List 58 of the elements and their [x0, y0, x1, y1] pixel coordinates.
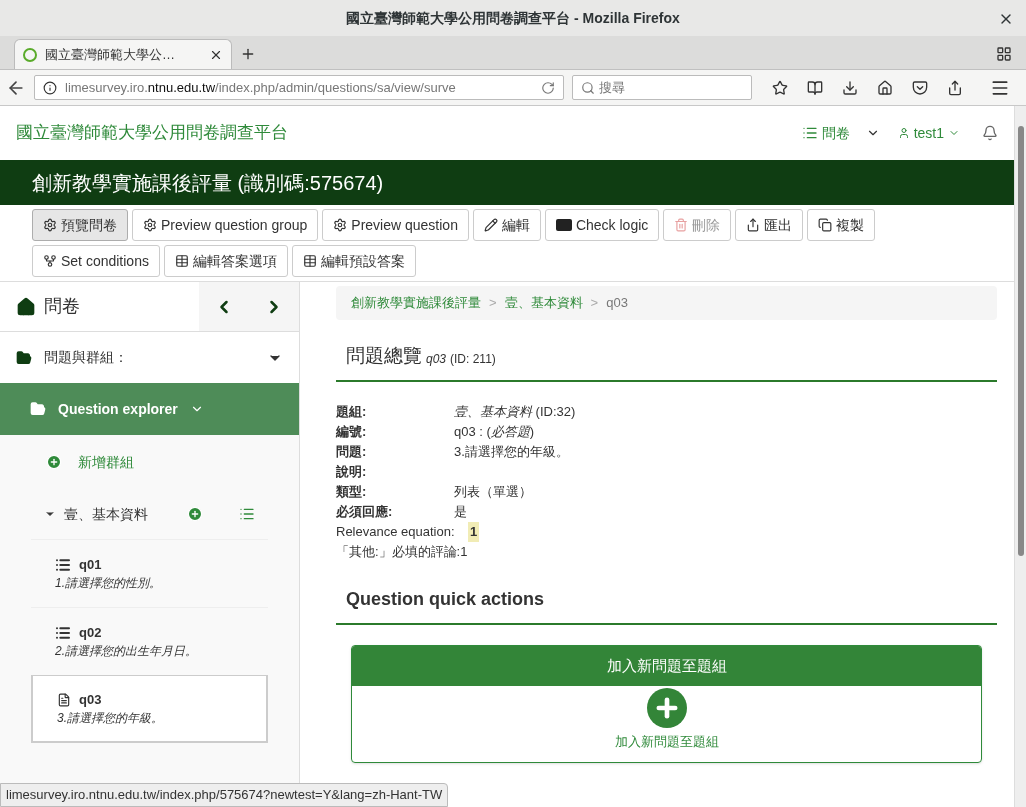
field-label: 必須回應: [336, 503, 394, 521]
breadcrumb-separator: > [489, 294, 497, 313]
user-menu[interactable]: test1 [897, 122, 960, 144]
section-header[interactable]: 問題與群組： [0, 332, 299, 383]
breadcrumb-item: q03 [606, 294, 628, 313]
search-field[interactable]: 搜尋 [572, 75, 752, 100]
brand-link[interactable]: 國立臺灣師範大學公用問卷調查平台 [16, 120, 288, 146]
url-field[interactable]: limesurvey.iro.ntnu.edu.tw/index.php/admin/questions/sa/view/surve [34, 75, 564, 100]
field-label: 問題: [336, 443, 368, 461]
field-label: 類型: [336, 483, 368, 501]
toolbar-button[interactable]: 複製 [807, 209, 876, 241]
question-text: 1.請選擇您的性別。 [55, 575, 162, 593]
group-toggle[interactable]: 壹、基本資料 [44, 503, 179, 525]
browser-tab[interactable]: 國立臺灣師範大學公… [14, 39, 232, 69]
survey-title: 創新教學實施課後評量 (識別碼:575674) [32, 170, 384, 196]
field-value: 是 [454, 503, 467, 521]
toolbar-button[interactable]: 編輯答案選項 [163, 245, 288, 277]
toolbar-button[interactable]: 匯出 [735, 209, 804, 241]
toolbar-button[interactable]: 編輯 [472, 209, 541, 241]
url-text: limesurvey.iro.ntnu.edu.tw/index.php/admin/questions/sa/view/surve [65, 78, 457, 97]
survey-menu[interactable]: 問卷 [801, 122, 880, 144]
breadcrumb-separator: > [590, 294, 599, 313]
toolbar-button[interactable]: 編輯預設答案 [291, 245, 416, 277]
toolbar-button[interactable]: Set conditions [32, 245, 160, 277]
tab-title: 國立臺灣師範大學公… [45, 45, 176, 64]
breadcrumb-item[interactable]: 創新教學實施課後評量 [351, 293, 481, 313]
card-title: 加入新問題至題組 [606, 655, 727, 676]
card-label: 加入新問題至題組 [614, 733, 719, 751]
field-note: 「其他:」必填的評論:1 [336, 543, 469, 561]
quick-actions-title: Question quick actions [346, 589, 545, 609]
field-value: q03 : (必答題) [454, 423, 535, 441]
toolbar-button[interactable]: Preview question [322, 209, 469, 241]
question-text: 3.請選擇您的年級。 [57, 710, 164, 728]
field-value: 3.請選擇您的年級。 [454, 443, 569, 461]
toolbar-button[interactable]: 預覽問卷 [32, 209, 128, 241]
window-title: 國立臺灣師範大學公用問卷調查平台 - Mozilla Firefox [346, 8, 680, 28]
add-group-link[interactable]: 新增群組 [0, 435, 299, 489]
question-code: q03 [426, 351, 447, 368]
question-text: 2.請選擇您的出生年月日。 [55, 643, 198, 661]
status-url: limesurvey.iro.ntnu.edu.tw/index.php/575674?newtest=Y&lang=zh-Hant-TW [0, 783, 449, 807]
overview-title: 問題總覽 [346, 343, 422, 368]
field-label: 編號: [336, 423, 368, 441]
action-card[interactable]: 加入新問題至題組 加入新問題至題組 [351, 645, 982, 763]
sidebar-title: 問卷 [44, 295, 80, 318]
search-placeholder: 搜尋 [599, 78, 625, 97]
question-item[interactable]: q03 3.請選擇您的年級。 [31, 675, 268, 743]
breadcrumb-item[interactable]: 壹、基本資料 [504, 293, 583, 313]
field-label: 題組: [336, 403, 368, 421]
field-label: Relevance equation: [336, 523, 456, 541]
field-value: 列表（單選） [454, 483, 532, 501]
question-id: (ID: 211) [450, 351, 496, 368]
question-item[interactable]: q01 1.請選擇您的性別。 [31, 539, 268, 607]
field-value: 壹、基本資料 (ID:32) [454, 403, 576, 421]
field-label: 說明: [336, 463, 368, 481]
explorer-header[interactable]: Question explorer [0, 383, 299, 435]
toolbar-button[interactable]: Check logic [544, 209, 660, 241]
equation-value: 1 [468, 522, 480, 542]
toolbar-button[interactable]: Preview question group [132, 209, 319, 241]
